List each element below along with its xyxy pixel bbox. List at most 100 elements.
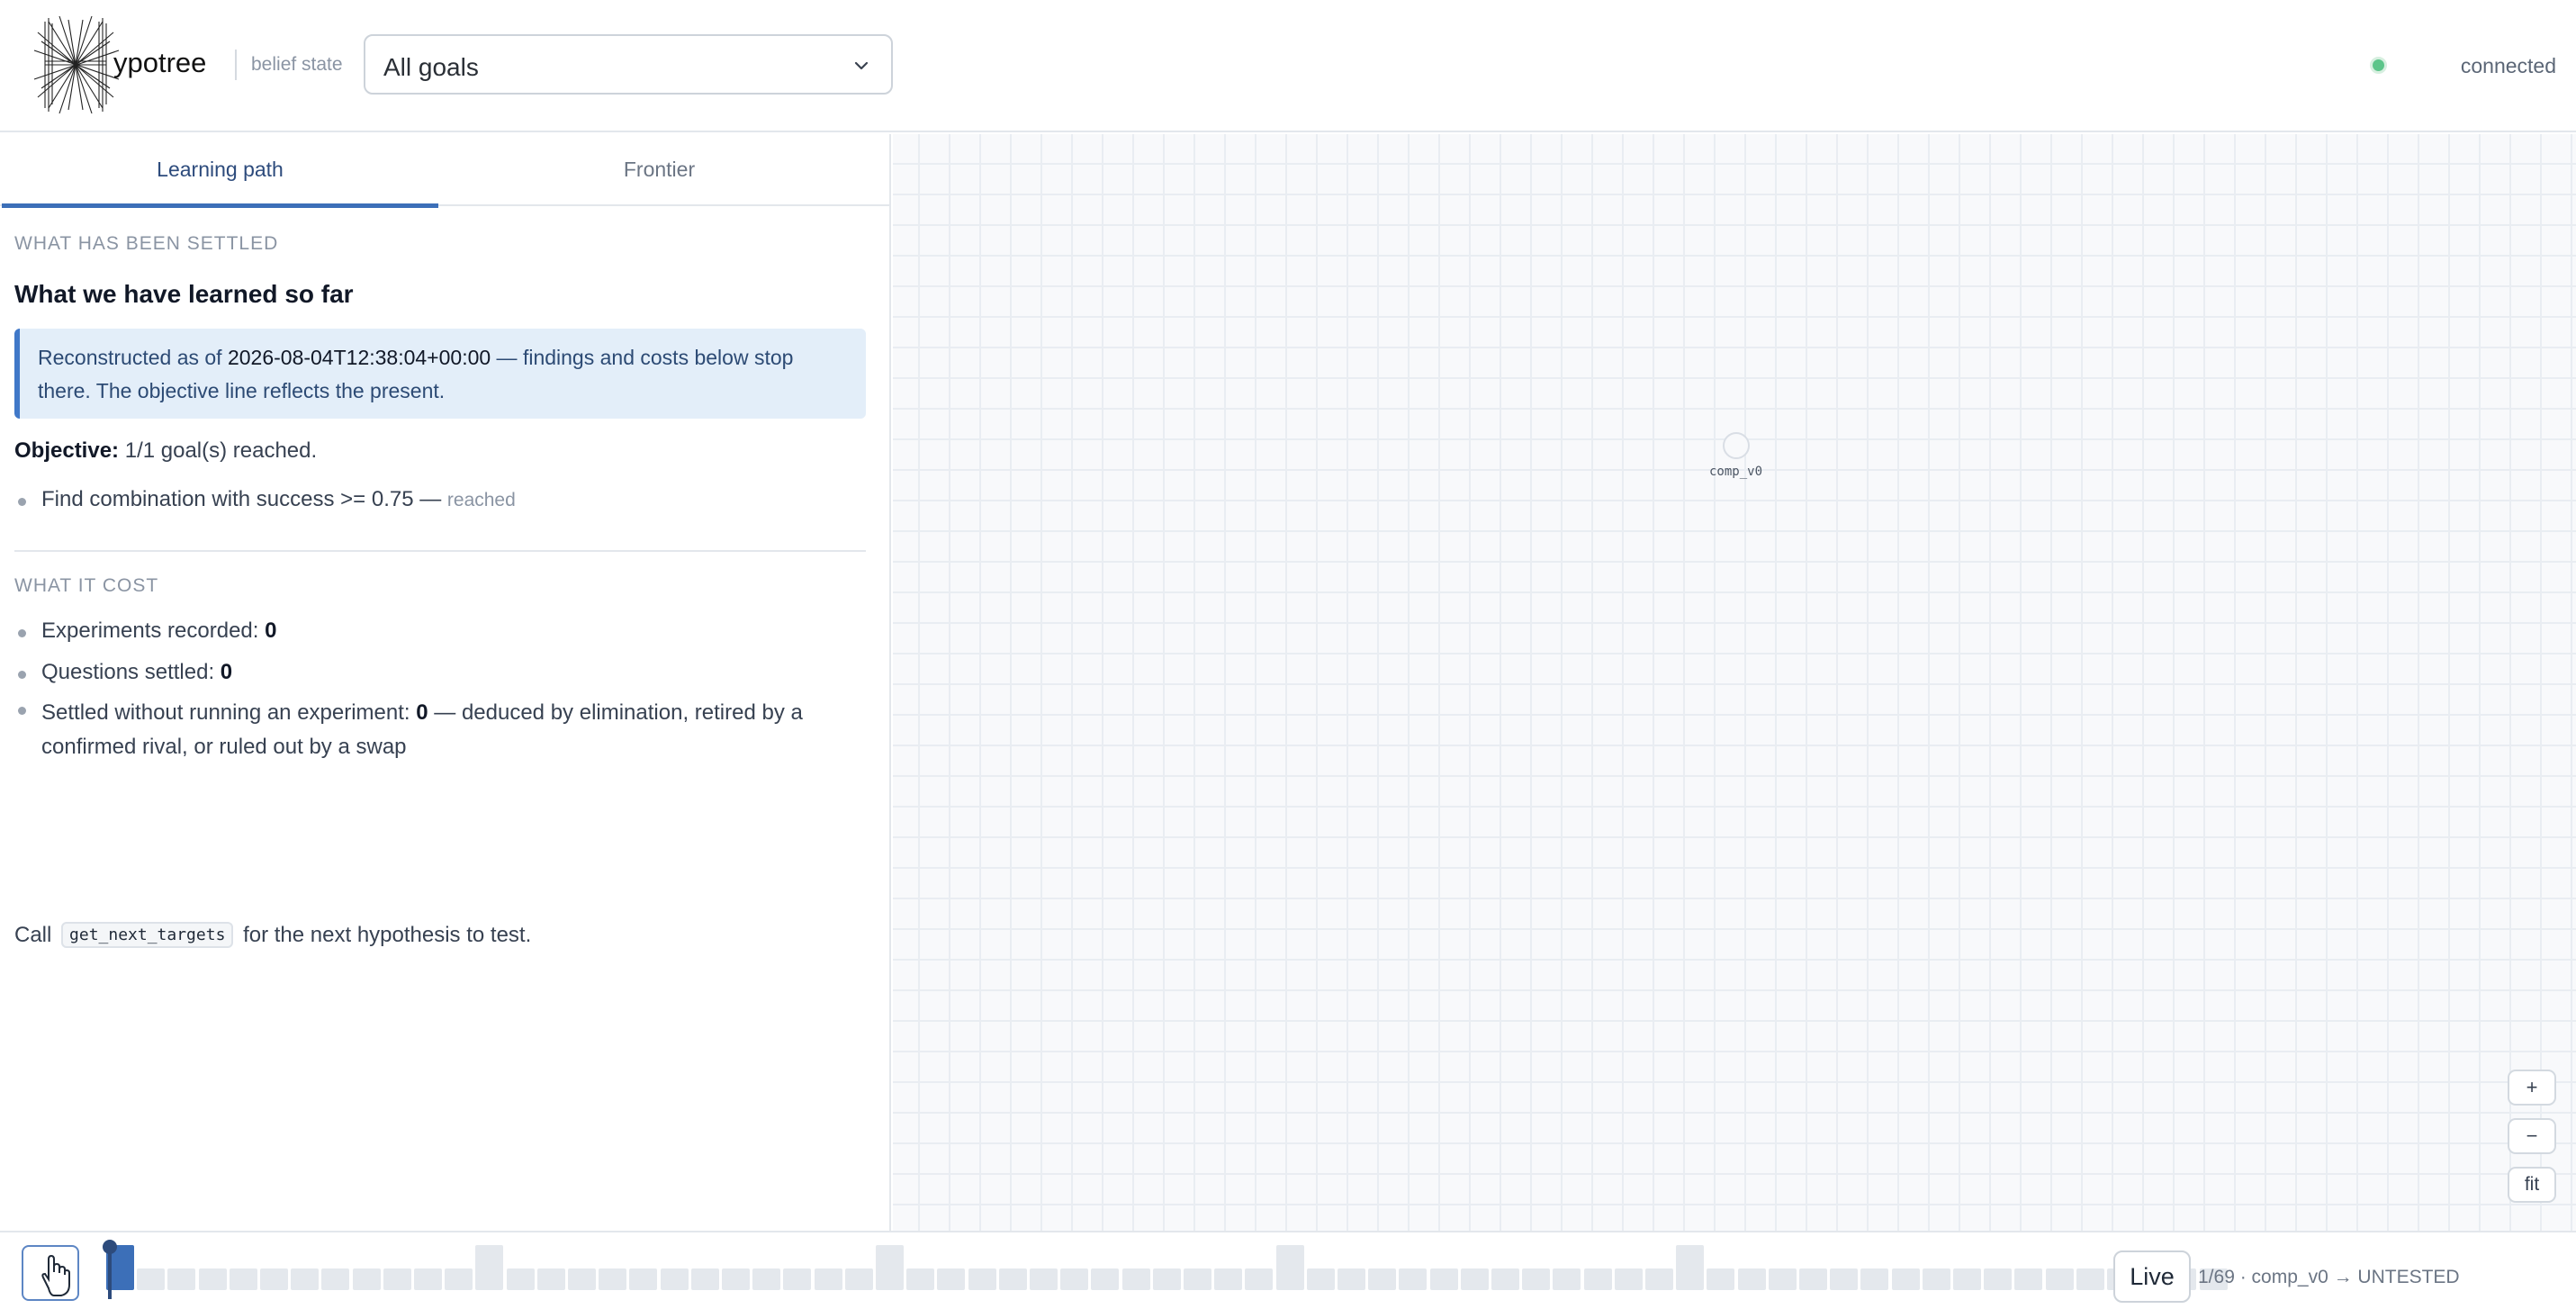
timeline-step[interactable] <box>536 1268 565 1290</box>
timeline-step[interactable] <box>2045 1268 2074 1290</box>
timeline-step[interactable] <box>1860 1268 1889 1290</box>
timeline-step[interactable] <box>414 1268 442 1290</box>
next-call-hint: Call get_next_targets for the next hypot… <box>14 922 532 948</box>
timeline-step[interactable] <box>906 1268 935 1290</box>
timeline-step[interactable] <box>1214 1268 1243 1290</box>
timeline-step[interactable] <box>1121 1268 1150 1290</box>
chevron-down-icon <box>854 61 869 70</box>
timeline-step[interactable] <box>937 1268 966 1290</box>
timeline-step[interactable] <box>2014 1268 2043 1290</box>
timeline-step[interactable] <box>722 1268 750 1290</box>
timeline-step[interactable] <box>599 1268 627 1290</box>
timeline-step[interactable] <box>1399 1268 1428 1290</box>
timeline-step[interactable] <box>1676 1245 1705 1290</box>
objective-label: Objective: <box>14 438 120 463</box>
goal-select-value: All goals <box>383 53 479 81</box>
timeline-step[interactable] <box>1275 1245 1304 1290</box>
call-suffix: for the next hypothesis to test. <box>237 923 532 947</box>
timeline-step[interactable] <box>2076 1268 2104 1290</box>
timeline-step[interactable] <box>1368 1268 1397 1290</box>
pan-hand-button[interactable] <box>22 1245 79 1301</box>
section-settled-label: WHAT HAS BEEN SETTLED <box>14 233 279 254</box>
timeline-step[interactable] <box>1953 1268 1981 1290</box>
callout-prefix: Reconstructed as of <box>38 346 228 369</box>
section-divider <box>14 550 866 552</box>
connection-status-icon <box>2370 57 2387 74</box>
timeline-step[interactable] <box>1645 1268 1673 1290</box>
timeline-step[interactable] <box>1522 1268 1551 1290</box>
cost-value: 0 <box>416 700 428 725</box>
fit-button[interactable]: fit <box>2508 1167 2556 1203</box>
timeline-step[interactable] <box>998 1268 1027 1290</box>
timeline-step[interactable] <box>783 1268 812 1290</box>
timeline-step[interactable] <box>321 1268 350 1290</box>
cost-label: Questions settled: <box>41 660 221 684</box>
timeline-step[interactable] <box>383 1268 411 1290</box>
timeline-step[interactable] <box>690 1268 719 1290</box>
header-divider <box>235 50 237 80</box>
section-cost-label: WHAT IT COST <box>14 575 159 596</box>
timeline-step[interactable] <box>1984 1268 2013 1290</box>
timeline-step[interactable] <box>876 1245 904 1290</box>
timeline-step[interactable] <box>1152 1268 1181 1290</box>
timeline-step[interactable] <box>568 1268 596 1290</box>
timeline-step[interactable] <box>260 1268 288 1290</box>
timeline-step[interactable] <box>1830 1268 1859 1290</box>
timeline-step[interactable] <box>1922 1268 1950 1290</box>
timeline-step[interactable] <box>1737 1268 1766 1290</box>
timeline-step[interactable] <box>291 1268 320 1290</box>
timeline-step[interactable] <box>198 1268 227 1290</box>
timeline-step[interactable] <box>445 1268 473 1290</box>
timeline-step[interactable] <box>752 1268 781 1290</box>
timeline-step[interactable] <box>1707 1268 1735 1290</box>
goal-item: Find combination with success >= 0.75 — … <box>14 487 516 512</box>
timeline-step[interactable] <box>1583 1268 1612 1290</box>
graph-node[interactable] <box>1723 432 1750 459</box>
hand-pointer-icon <box>41 1254 70 1296</box>
timeline-step[interactable] <box>506 1268 535 1290</box>
cost-item-settled-without: Settled without running an experiment: 0… <box>14 696 866 764</box>
timeline-step[interactable] <box>229 1268 257 1290</box>
timeline-step[interactable] <box>660 1268 689 1290</box>
objective-value: 1/1 goal(s) reached. <box>119 438 318 463</box>
timeline-step[interactable] <box>968 1268 996 1290</box>
tab-frontier[interactable]: Frontier <box>441 134 878 206</box>
timeline-step[interactable] <box>814 1268 842 1290</box>
logo-wordmark: ypotree <box>113 47 207 78</box>
timeline-step[interactable] <box>1184 1268 1211 1290</box>
cost-value: 0 <box>220 660 233 684</box>
live-button[interactable]: Live <box>2113 1250 2191 1303</box>
goal-select[interactable]: All goals <box>364 34 893 95</box>
timeline-step[interactable] <box>1491 1268 1519 1290</box>
timeline-status: 1/69 · comp_v0 → UNTESTED <box>2198 1267 2460 1287</box>
timeline-step[interactable] <box>1306 1268 1335 1290</box>
hypotree-logo-icon <box>33 15 120 114</box>
timeline-step[interactable] <box>1245 1268 1274 1290</box>
timeline-step[interactable] <box>137 1268 166 1290</box>
timeline-step[interactable] <box>1429 1268 1458 1290</box>
timeline-step[interactable] <box>1091 1268 1120 1290</box>
timeline-step[interactable] <box>629 1268 658 1290</box>
timeline-step[interactable] <box>167 1268 196 1290</box>
timeline-step[interactable] <box>1768 1268 1797 1290</box>
timeline-step[interactable] <box>1060 1268 1089 1290</box>
timeline-step[interactable] <box>352 1268 381 1290</box>
timeline-step[interactable] <box>1338 1268 1365 1290</box>
graph-canvas[interactable] <box>893 134 2576 1231</box>
timeline-step[interactable] <box>1460 1268 1489 1290</box>
timeline-step[interactable] <box>1030 1268 1058 1290</box>
zoom-in-button[interactable]: + <box>2508 1070 2556 1106</box>
timeline-step[interactable] <box>1891 1268 1920 1290</box>
timeline-step[interactable] <box>1553 1268 1581 1290</box>
panel-tabs: Learning path Frontier <box>0 134 891 208</box>
zoom-out-button[interactable]: − <box>2508 1118 2556 1154</box>
timeline-step[interactable] <box>844 1268 873 1290</box>
timeline-scrubber-handle[interactable] <box>103 1240 117 1254</box>
cost-value: 0 <box>265 618 277 643</box>
timeline-step[interactable] <box>1799 1268 1827 1290</box>
goal-status: reached <box>446 490 516 510</box>
timeline-step[interactable] <box>1614 1268 1643 1290</box>
timeline-step[interactable] <box>475 1245 504 1290</box>
tab-learning-path[interactable]: Learning path <box>2 134 438 208</box>
timeline-track[interactable] <box>106 1245 2228 1299</box>
